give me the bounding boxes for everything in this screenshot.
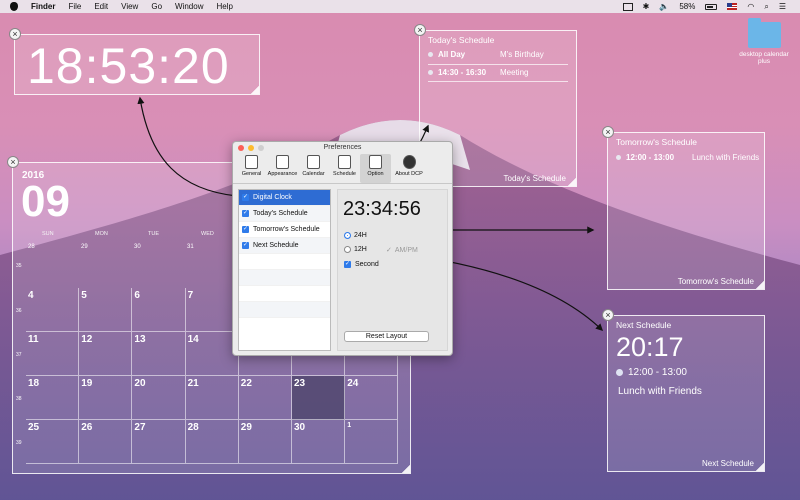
list-item-next[interactable]: ✓ Next Schedule [239,238,330,254]
checkbox-label: AM/PM [394,246,418,254]
checkbox-label: Second [355,261,379,268]
tab-appearance[interactable]: Appearance [267,154,298,183]
minimize-window-button[interactable] [248,145,254,151]
radio-12h[interactable]: 12H [344,246,367,253]
tab-calendar[interactable]: Calendar [298,154,329,183]
widget-list: ✓ Digital Clock ✓ Today's Schedule ✓ Tomorr… [238,189,331,351]
checkbox[interactable]: ✓ [242,210,249,217]
tab-label: Calendar [302,171,325,177]
item-label: Next Schedule [253,242,299,249]
tab-label: About DCP [395,171,423,177]
item-label: Tomorrow's Schedule [253,226,320,233]
palette-icon [276,155,289,169]
list-empty-row [239,302,330,318]
tab-schedule[interactable]: Schedule [329,154,360,183]
list-empty-row [239,254,330,270]
calendar-icon [307,155,320,169]
tab-option[interactable]: Option [360,154,391,183]
list-empty-row [239,270,330,286]
checkbox[interactable]: ✓ [242,194,249,201]
tab-label: Appearance [267,171,298,177]
window-title: Preferences [323,144,362,151]
list-item-digital-clock[interactable]: ✓ Digital Clock [239,190,330,206]
checkbox[interactable]: ✓ [242,226,249,233]
radio-label: 12H [354,246,367,253]
radio-button[interactable] [344,246,351,253]
item-label: Today's Schedule [253,210,308,217]
arrow-clock [137,96,238,197]
zoom-window-button[interactable] [258,145,264,151]
window-titlebar[interactable]: Preferences [233,142,452,154]
prefs-toolbar: General Appearance Calendar Schedule Opt… [233,154,452,184]
list-empty-row [239,286,330,302]
preview-time: 23:34:56 [343,198,421,220]
checkbox-second[interactable]: ✓ Second [344,261,379,268]
radio-24h[interactable]: 24H [344,232,367,239]
tab-label: Schedule [333,171,356,177]
tab-about[interactable]: About DCP [391,154,427,183]
tab-label: General [241,171,262,177]
list-item-today[interactable]: ✓ Today's Schedule [239,206,330,222]
option-panel: 23:34:56 24H 12H ✓ AM/PM ✓ Second Reset La… [337,189,448,351]
radio-label: 24H [354,232,367,239]
checkbox[interactable]: ✓ [242,242,249,249]
checkbox[interactable]: ✓ [344,261,351,268]
option-icon [369,155,382,169]
checkbox-ampm[interactable]: ✓ AM/PM [386,246,418,255]
info-icon [402,155,416,169]
check-icon: ✓ [386,247,392,254]
close-window-button[interactable] [238,145,244,151]
list-item-tomorrow[interactable]: ✓ Tomorrow's Schedule [239,222,330,238]
preferences-window[interactable]: Preferences General Appearance Calendar … [232,141,453,356]
switch-icon [245,155,258,169]
item-label: Digital Clock [253,194,292,201]
tab-label: Option [367,171,384,177]
radio-button[interactable] [344,232,351,239]
reset-layout-button[interactable]: Reset Layout [344,331,429,342]
tab-general[interactable]: General [236,154,267,183]
schedule-icon [338,155,351,169]
